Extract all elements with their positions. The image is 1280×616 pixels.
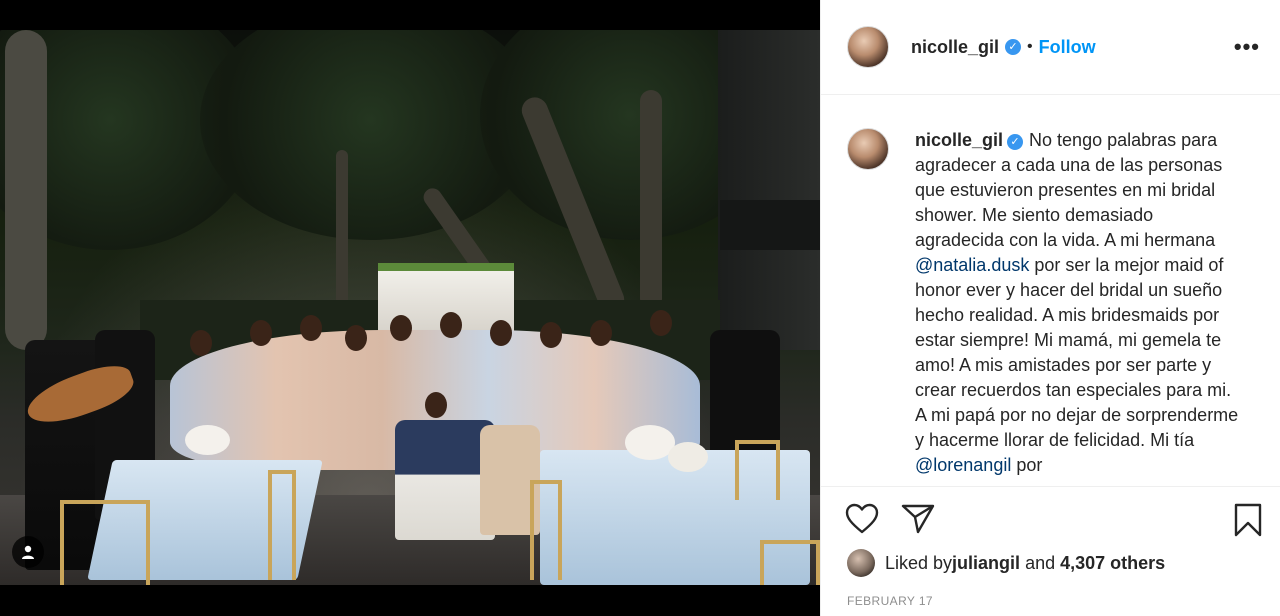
likes-summary: Liked by juliangil and 4,307 others — [847, 549, 1165, 577]
likes-count-link[interactable]: 4,307 others — [1060, 553, 1165, 574]
post-details-panel: nicolle_gil ✓ • Follow ••• nicolle_gil ✓ N… — [820, 0, 1280, 616]
post-header: nicolle_gil ✓ • Follow ••• — [821, 0, 1280, 95]
guest-head — [250, 320, 272, 346]
guest-head — [540, 322, 562, 348]
likes-prefix: Liked by — [885, 552, 953, 573]
mention-link[interactable]: @lorenangil — [915, 455, 1011, 475]
tagged-users-button[interactable] — [12, 536, 44, 568]
post-date[interactable]: FEBRUARY 17 — [847, 594, 933, 608]
flower-centerpiece — [185, 425, 230, 455]
verified-badge-icon: ✓ — [1005, 39, 1022, 55]
guest-head — [300, 315, 322, 341]
guest-head — [440, 312, 462, 338]
post-media[interactable] — [0, 0, 820, 616]
liker-avatar[interactable] — [847, 549, 875, 577]
mention-link[interactable]: @natalia.dusk — [915, 255, 1029, 275]
more-options-icon[interactable]: ••• — [1234, 34, 1260, 60]
header-username[interactable]: nicolle_gil — [911, 37, 999, 58]
bookmark-icon[interactable] — [1233, 503, 1263, 537]
building-awning — [720, 200, 820, 250]
verified-badge-icon: ✓ — [1007, 134, 1024, 150]
post-photo[interactable] — [0, 30, 820, 585]
liker-username[interactable]: juliangil — [952, 553, 1020, 574]
likes-conjunction: and — [1020, 552, 1061, 573]
caption-avatar[interactable] — [847, 128, 889, 170]
caption-part-3: por — [1011, 455, 1043, 475]
gold-chair — [760, 540, 820, 585]
profile-avatar[interactable] — [847, 26, 889, 68]
guest-head — [590, 320, 612, 346]
guest-head — [650, 310, 672, 336]
caption-text: nicolle_gil ✓ No tengo palabras para agrad… — [915, 128, 1245, 486]
guest-head — [425, 392, 447, 418]
action-icons — [845, 503, 935, 535]
gold-chair — [735, 440, 780, 500]
guest-head — [390, 315, 412, 341]
caption-area: nicolle_gil ✓ No tengo palabras para agrad… — [821, 96, 1280, 486]
caption-username[interactable]: nicolle_gil — [915, 130, 1003, 150]
gold-chair — [60, 500, 150, 585]
tree-trunk — [640, 90, 662, 310]
tree-trunk — [336, 150, 348, 320]
heart-icon[interactable] — [845, 503, 879, 535]
guest-head — [190, 330, 212, 356]
gold-chair — [530, 480, 562, 580]
flower-centerpiece — [668, 442, 708, 472]
guest-head — [345, 325, 367, 351]
paper-plane-icon[interactable] — [901, 503, 935, 535]
guest-head — [490, 320, 512, 346]
user-icon — [22, 545, 34, 559]
gold-chair — [268, 470, 296, 580]
caption-part-2: por ser la mejor maid of honor ever y ha… — [915, 255, 1239, 450]
building-wall — [718, 30, 820, 350]
palm-trunk — [5, 30, 47, 350]
separator-dot: • — [1027, 38, 1033, 55]
follow-button[interactable]: Follow — [1039, 37, 1096, 58]
actions-bar: Liked by juliangil and 4,307 others FEBR… — [821, 486, 1280, 616]
